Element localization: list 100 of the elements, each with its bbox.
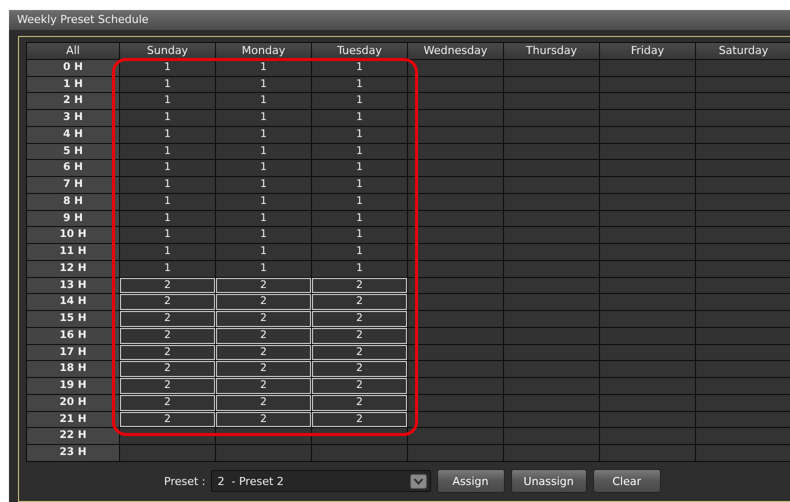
schedule-cell[interactable]: 1 <box>216 76 311 92</box>
schedule-cell[interactable]: 1 <box>312 227 407 243</box>
schedule-cell[interactable] <box>504 412 599 428</box>
schedule-cell[interactable] <box>696 445 790 461</box>
schedule-cell[interactable]: 1 <box>120 76 215 92</box>
schedule-cell[interactable] <box>600 378 695 394</box>
schedule-cell[interactable] <box>408 260 503 276</box>
action-button[interactable]: Clear <box>592 469 661 494</box>
schedule-cell[interactable] <box>504 160 599 176</box>
hour-row-header[interactable]: 19 H <box>27 378 119 394</box>
select-all-header[interactable]: All <box>27 43 119 59</box>
schedule-cell[interactable] <box>504 144 599 160</box>
schedule-cell[interactable] <box>408 93 503 109</box>
schedule-cell[interactable] <box>504 311 599 327</box>
hour-row-header[interactable]: 8 H <box>27 194 119 210</box>
schedule-cell[interactable] <box>408 244 503 260</box>
schedule-cell[interactable] <box>504 428 599 444</box>
schedule-cell[interactable]: 1 <box>216 93 311 109</box>
schedule-cell[interactable] <box>504 110 599 126</box>
schedule-cell[interactable]: 1 <box>312 260 407 276</box>
hour-row-header[interactable]: 22 H <box>27 428 119 444</box>
schedule-cell[interactable] <box>504 177 599 193</box>
schedule-cell[interactable]: 1 <box>120 160 215 176</box>
schedule-cell[interactable] <box>408 378 503 394</box>
schedule-cell[interactable] <box>696 60 790 76</box>
schedule-cell[interactable] <box>600 294 695 310</box>
schedule-cell[interactable]: 2 <box>312 394 407 410</box>
schedule-cell[interactable]: 1 <box>312 76 407 92</box>
schedule-cell[interactable] <box>696 126 790 142</box>
schedule-cell[interactable] <box>504 210 599 226</box>
schedule-cell[interactable] <box>408 445 503 461</box>
schedule-cell[interactable]: 1 <box>216 160 311 176</box>
schedule-cell[interactable]: 2 <box>216 394 311 410</box>
schedule-cell[interactable] <box>696 344 790 360</box>
schedule-cell[interactable]: 2 <box>312 344 407 360</box>
schedule-cell[interactable]: 2 <box>312 328 407 344</box>
hour-row-header[interactable]: 3 H <box>27 110 119 126</box>
schedule-cell[interactable] <box>600 412 695 428</box>
action-button[interactable]: Unassign <box>510 469 587 494</box>
schedule-cell[interactable] <box>504 344 599 360</box>
schedule-cell[interactable]: 1 <box>120 210 215 226</box>
schedule-cell[interactable] <box>696 227 790 243</box>
schedule-cell[interactable] <box>600 227 695 243</box>
hour-row-header[interactable]: 0 H <box>27 60 119 76</box>
schedule-cell[interactable] <box>600 210 695 226</box>
schedule-cell[interactable] <box>408 412 503 428</box>
hour-row-header[interactable]: 18 H <box>27 361 119 377</box>
schedule-cell[interactable] <box>696 144 790 160</box>
schedule-cell[interactable] <box>408 60 503 76</box>
schedule-cell[interactable]: 1 <box>120 177 215 193</box>
hour-row-header[interactable]: 17 H <box>27 344 119 360</box>
schedule-cell[interactable] <box>696 328 790 344</box>
schedule-cell[interactable] <box>696 361 790 377</box>
schedule-cell[interactable]: 2 <box>216 294 311 310</box>
schedule-cell[interactable]: 1 <box>312 210 407 226</box>
schedule-cell[interactable] <box>312 445 407 461</box>
schedule-cell[interactable] <box>408 76 503 92</box>
schedule-cell[interactable] <box>600 126 695 142</box>
schedule-cell[interactable] <box>408 194 503 210</box>
schedule-cell[interactable]: 2 <box>312 294 407 310</box>
schedule-cell[interactable] <box>696 210 790 226</box>
schedule-cell[interactable] <box>408 428 503 444</box>
hour-row-header[interactable]: 16 H <box>27 328 119 344</box>
day-column-header[interactable]: Thursday <box>504 43 599 59</box>
schedule-cell[interactable]: 1 <box>312 194 407 210</box>
schedule-cell[interactable]: 2 <box>120 412 215 428</box>
schedule-cell[interactable] <box>696 160 790 176</box>
schedule-cell[interactable]: 1 <box>312 160 407 176</box>
schedule-cell[interactable] <box>600 110 695 126</box>
schedule-cell[interactable] <box>504 328 599 344</box>
schedule-cell[interactable] <box>600 177 695 193</box>
schedule-cell[interactable]: 2 <box>216 378 311 394</box>
schedule-cell[interactable]: 2 <box>312 311 407 327</box>
schedule-cell[interactable]: 1 <box>120 227 215 243</box>
schedule-cell[interactable] <box>408 294 503 310</box>
schedule-cell[interactable] <box>600 244 695 260</box>
schedule-cell[interactable] <box>696 394 790 410</box>
schedule-cell[interactable] <box>696 294 790 310</box>
schedule-cell[interactable] <box>696 412 790 428</box>
schedule-cell[interactable]: 1 <box>216 210 311 226</box>
schedule-cell[interactable]: 2 <box>312 278 407 294</box>
schedule-cell[interactable] <box>600 428 695 444</box>
day-column-header[interactable]: Sunday <box>120 43 215 59</box>
hour-row-header[interactable]: 20 H <box>27 394 119 410</box>
schedule-cell[interactable] <box>600 260 695 276</box>
hour-row-header[interactable]: 7 H <box>27 177 119 193</box>
hour-row-header[interactable]: 6 H <box>27 160 119 176</box>
schedule-cell[interactable] <box>504 260 599 276</box>
schedule-cell[interactable] <box>696 177 790 193</box>
hour-row-header[interactable]: 11 H <box>27 244 119 260</box>
hour-row-header[interactable]: 2 H <box>27 93 119 109</box>
schedule-cell[interactable]: 2 <box>216 344 311 360</box>
day-column-header[interactable]: Friday <box>600 43 695 59</box>
schedule-cell[interactable]: 1 <box>216 110 311 126</box>
hour-row-header[interactable]: 9 H <box>27 210 119 226</box>
day-column-header[interactable]: Wednesday <box>408 43 503 59</box>
schedule-cell[interactable] <box>600 60 695 76</box>
schedule-cell[interactable]: 1 <box>312 110 407 126</box>
schedule-cell[interactable] <box>408 328 503 344</box>
schedule-cell[interactable]: 2 <box>120 378 215 394</box>
